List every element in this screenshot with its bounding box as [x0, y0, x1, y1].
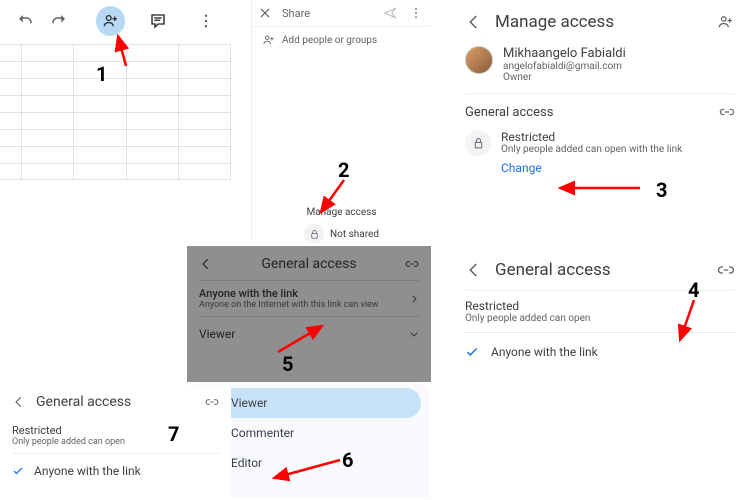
back-icon[interactable]	[465, 13, 483, 31]
undo-button[interactable]	[10, 6, 40, 36]
link-icon[interactable]	[405, 257, 419, 271]
add-people-row[interactable]: Add people or groups	[252, 27, 431, 53]
check-icon	[12, 465, 24, 477]
toolbar	[0, 0, 231, 38]
anyone-link-option[interactable]: Anyone with the link	[12, 453, 219, 488]
owner-row: Mikhaangelo Fabialdi angelofabialdi@gmai…	[465, 42, 735, 93]
restricted-title: Restricted	[465, 299, 735, 313]
general-access-section: General access	[465, 105, 719, 120]
restricted-title: Restricted	[12, 424, 219, 437]
general-access-heading: General access	[36, 394, 195, 410]
restricted-option[interactable]: Restricted Only people added can open	[12, 418, 219, 453]
role-row[interactable]: Viewer	[199, 316, 419, 351]
manage-access-panel: Manage access Mikhaangelo Fabialdi angel…	[451, 0, 749, 250]
anyone-link-row[interactable]: Anyone with the link Anyone on the Inter…	[199, 280, 419, 316]
add-people-placeholder: Add people or groups	[282, 35, 377, 46]
role-value: Viewer	[199, 327, 409, 341]
person-add-icon	[262, 33, 276, 47]
more-icon[interactable]	[407, 6, 425, 20]
lock-icon	[304, 224, 324, 244]
check-icon	[465, 345, 479, 359]
general-access-heading: General access	[495, 260, 705, 280]
avatar	[465, 46, 493, 74]
more-button[interactable]	[191, 6, 221, 36]
owner-email: angelofabialdi@gmail.com	[503, 61, 626, 72]
share-title: Share	[282, 7, 373, 20]
back-icon[interactable]	[199, 257, 213, 271]
link-icon[interactable]	[717, 261, 735, 279]
restricted-row: Restricted Only people added can open wi…	[465, 126, 735, 175]
link-icon[interactable]	[719, 104, 735, 120]
anyone-link-option[interactable]: Anyone with the link	[465, 332, 735, 371]
anyone-sub: Anyone on the Internet with this link ca…	[199, 300, 409, 310]
lock-icon	[465, 130, 491, 156]
share-button[interactable]	[96, 6, 126, 36]
manage-access-title: Manage access	[252, 207, 431, 218]
restricted-option[interactable]: Restricted Only people added can open	[465, 290, 735, 332]
restricted-subtitle: Only people added can open	[12, 437, 219, 447]
chevron-down-icon	[409, 329, 419, 339]
restricted-subtitle: Only people added can open with the link	[501, 144, 682, 155]
send-icon[interactable]	[381, 6, 399, 20]
back-icon[interactable]	[12, 395, 26, 409]
manage-access-status: Manage access Not shared	[252, 207, 431, 244]
person-add-icon[interactable]	[717, 13, 735, 31]
dimmed-background: General access Anyone with the link Anyo…	[187, 246, 431, 382]
role-label: Editor	[231, 456, 262, 470]
anyone-title: Anyone with the link	[199, 287, 409, 300]
share-panel: Share Add people or groups Manage access…	[251, 0, 431, 240]
general-access-picker-left: General access Restricted Only people ad…	[0, 388, 231, 500]
status-line[interactable]: Not shared	[252, 224, 431, 244]
spreadsheet-grid[interactable]	[0, 44, 231, 180]
manage-access-heading: Manage access	[495, 12, 705, 32]
chevron-right-icon	[409, 294, 419, 304]
restricted-subtitle: Only people added can open	[465, 313, 735, 324]
close-icon[interactable]	[258, 6, 274, 20]
anyone-link-label: Anyone with the link	[491, 345, 598, 359]
role-label: Commenter	[231, 426, 294, 440]
comment-button[interactable]	[143, 6, 173, 36]
role-label: Viewer	[231, 396, 267, 410]
back-icon[interactable]	[465, 261, 483, 279]
status-text: Not shared	[330, 229, 379, 240]
restricted-title: Restricted	[501, 130, 682, 144]
owner-name: Mikhaangelo Fabialdi	[503, 46, 626, 61]
link-icon[interactable]	[205, 395, 219, 409]
general-access-heading: General access	[223, 256, 395, 272]
anyone-link-label: Anyone with the link	[34, 464, 141, 478]
redo-button[interactable]	[44, 6, 74, 36]
owner-role: Owner	[503, 72, 626, 83]
share-header: Share	[252, 0, 431, 27]
sheets-toolbar-panel	[0, 0, 231, 180]
change-link[interactable]: Change	[501, 161, 682, 175]
general-access-picker-right: General access Restricted Only people ad…	[451, 250, 749, 450]
